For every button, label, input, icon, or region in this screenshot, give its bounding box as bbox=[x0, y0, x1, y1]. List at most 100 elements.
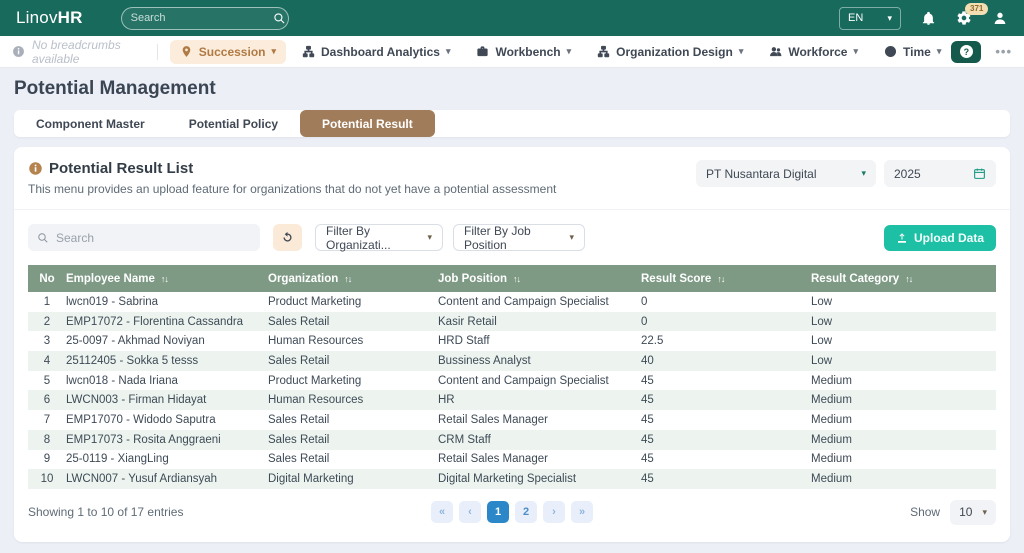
search-icon bbox=[273, 12, 286, 25]
table-row[interactable]: 3 25-0097 - Akhmad Noviyan Human Resources… bbox=[28, 331, 996, 351]
column-header-organization[interactable]: Organization ↑↓ bbox=[268, 273, 438, 285]
cell-no: 3 bbox=[43, 335, 51, 348]
cell-result-score: 0 bbox=[641, 295, 648, 308]
table-search[interactable] bbox=[28, 224, 260, 251]
table-row[interactable]: 5 lwcn018 - Nada Iriana Product Marketing C… bbox=[28, 371, 996, 391]
refresh-button[interactable] bbox=[273, 224, 302, 251]
search-icon bbox=[37, 232, 49, 244]
table-row[interactable]: 4 25112405 - Sokka 5 tesss Sales Retail Bus… bbox=[28, 351, 996, 371]
cell-result-score: 45 bbox=[641, 433, 654, 446]
sort-icon: ↑↓ bbox=[344, 273, 352, 284]
table-body: 1 lwcn019 - Sabrina Product Marketing Conte… bbox=[28, 292, 996, 489]
global-search[interactable] bbox=[120, 6, 289, 30]
more-menu-button[interactable]: ••• bbox=[995, 44, 1012, 59]
briefcase-icon bbox=[476, 45, 489, 58]
upload-data-button[interactable]: Upload Data bbox=[883, 224, 996, 251]
cell-no: 1 bbox=[43, 295, 51, 308]
global-search-input[interactable] bbox=[130, 12, 273, 24]
table-row[interactable]: 8 EMP17073 - Rosita Anggraeni Sales Retail… bbox=[28, 429, 996, 450]
page-button-1[interactable]: 1 bbox=[487, 501, 509, 524]
cell-organization: Product Marketing bbox=[268, 374, 362, 387]
cell-organization: Sales Retail bbox=[268, 354, 330, 367]
chevron-down-icon: ▾ bbox=[982, 506, 987, 517]
chevron-down-icon: ▾ bbox=[853, 46, 859, 56]
filter-job-position-value: Filter By Job Position bbox=[464, 223, 531, 252]
pager-nav-button[interactable]: ‹ bbox=[459, 501, 481, 524]
users-icon bbox=[769, 45, 782, 58]
cell-result-category: Medium bbox=[811, 413, 852, 426]
cell-job-position: Retail Sales Manager bbox=[438, 413, 548, 426]
nav-item-workbench[interactable]: Workbench ▾ bbox=[466, 40, 581, 64]
cell-job-position: Digital Marketing Specialist bbox=[438, 473, 577, 486]
cell-result-score: 45 bbox=[641, 473, 654, 486]
cell-job-position: Content and Campaign Specialist bbox=[438, 374, 609, 387]
column-header-employee-name[interactable]: Employee Name ↑↓ bbox=[66, 273, 268, 285]
pin-icon bbox=[180, 45, 193, 58]
year-picker[interactable]: 2025 bbox=[884, 160, 996, 187]
tab-potential-policy[interactable]: Potential Policy bbox=[167, 110, 300, 137]
nav-item-label: Workbench bbox=[495, 44, 561, 59]
question-icon: ? bbox=[959, 45, 973, 58]
cell-no: 9 bbox=[43, 453, 51, 466]
cell-result-category: Low bbox=[811, 335, 833, 348]
cell-result-category: Medium bbox=[811, 394, 852, 407]
nav-item-workforce[interactable]: Workforce ▾ bbox=[759, 40, 868, 64]
entries-summary: Showing 1 to 10 of 17 entries bbox=[28, 505, 184, 520]
cell-result-score: 0 bbox=[641, 315, 648, 328]
profile-button[interactable] bbox=[992, 10, 1008, 26]
tab-potential-result[interactable]: Potential Result bbox=[300, 110, 435, 137]
cell-no: 6 bbox=[43, 394, 51, 407]
page-size-select[interactable]: 10 ▾ bbox=[950, 499, 996, 525]
notifications-bell-button[interactable] bbox=[921, 11, 936, 26]
nav-item-succession[interactable]: Succession ▾ bbox=[169, 39, 287, 64]
cell-result-score: 45 bbox=[641, 453, 654, 466]
pager-nav-button[interactable]: « bbox=[431, 501, 453, 524]
show-label: Show bbox=[910, 505, 941, 520]
nav-item-organization-design[interactable]: Organization Design ▾ bbox=[587, 40, 753, 64]
cell-no: 7 bbox=[43, 413, 51, 426]
column-header-result-category[interactable]: Result Category ↑↓ bbox=[811, 273, 996, 285]
filter-organization-value: Filter By Organizati... bbox=[326, 223, 391, 252]
upload-data-label: Upload Data bbox=[913, 230, 984, 245]
page-button-2[interactable]: 2 bbox=[515, 501, 537, 524]
cell-organization: Digital Marketing bbox=[268, 473, 354, 486]
language-selector[interactable]: EN ▾ bbox=[839, 6, 901, 30]
sort-icon: ↑↓ bbox=[717, 273, 725, 284]
filter-job-position-select[interactable]: Filter By Job Position ▾ bbox=[453, 223, 585, 252]
nav-item-label: Succession bbox=[198, 44, 266, 59]
cell-result-category: Low bbox=[811, 354, 833, 367]
filter-organization-select[interactable]: Filter By Organizati... ▾ bbox=[315, 223, 443, 252]
table-header-row: No Employee Name ↑↓ Organization ↑↓ Job Posit… bbox=[28, 265, 996, 292]
results-table: No Employee Name ↑↓ Organization ↑↓ Job Posit… bbox=[28, 265, 996, 489]
chevron-down-icon: ▾ bbox=[569, 232, 574, 242]
table-row[interactable]: 7 EMP17070 - Widodo Saputra Sales Retail Re… bbox=[28, 410, 996, 430]
nav-item-time[interactable]: Time ▾ bbox=[874, 40, 951, 64]
cell-result-category: Medium bbox=[811, 433, 852, 446]
pager-nav-button[interactable]: » bbox=[571, 501, 593, 524]
tab-component-master[interactable]: Component Master bbox=[14, 110, 167, 137]
cell-job-position: HR bbox=[438, 394, 455, 407]
cell-result-score: 40 bbox=[641, 354, 654, 367]
table-row[interactable]: 9 25-0119 - XiangLing Sales Retail Retail S… bbox=[28, 450, 996, 470]
company-select[interactable]: PT Nusantara Digital ▾ bbox=[696, 160, 876, 187]
breadcrumb: No breadcrumbs available bbox=[12, 38, 157, 66]
pager-nav-button[interactable]: › bbox=[543, 501, 565, 524]
nav-item-dashboard-analytics[interactable]: Dashboard Analytics ▾ bbox=[292, 40, 460, 64]
settings-gear-button[interactable]: 371 bbox=[956, 3, 989, 26]
cell-organization: Product Marketing bbox=[268, 295, 362, 308]
table-row[interactable]: 10 LWCN007 - Yusuf Ardiansyah Digital Mark… bbox=[28, 469, 996, 489]
column-header-job-position[interactable]: Job Position ↑↓ bbox=[438, 273, 641, 285]
chevron-down-icon: ▾ bbox=[861, 168, 866, 178]
help-button[interactable]: ? bbox=[951, 40, 982, 63]
cell-job-position: Kasir Retail bbox=[438, 315, 497, 328]
cell-organization: Sales Retail bbox=[268, 413, 330, 426]
table-row[interactable]: 1 lwcn019 - Sabrina Product Marketing Conte… bbox=[28, 292, 996, 312]
cell-result-category: Medium bbox=[811, 374, 852, 387]
column-header-result-score[interactable]: Result Score ↑↓ bbox=[641, 273, 811, 285]
table-search-input[interactable] bbox=[56, 230, 251, 245]
table-row[interactable]: 6 LWCN003 - Firman Hidayat Human Resources… bbox=[28, 390, 996, 411]
column-label: No bbox=[39, 272, 55, 285]
nav-item-label: Workforce bbox=[788, 44, 848, 59]
table-row[interactable]: 2 EMP17072 - Florentina Cassandra Sales Re… bbox=[28, 311, 996, 332]
cell-employee-name: LWCN003 - Firman Hidayat bbox=[66, 394, 207, 407]
